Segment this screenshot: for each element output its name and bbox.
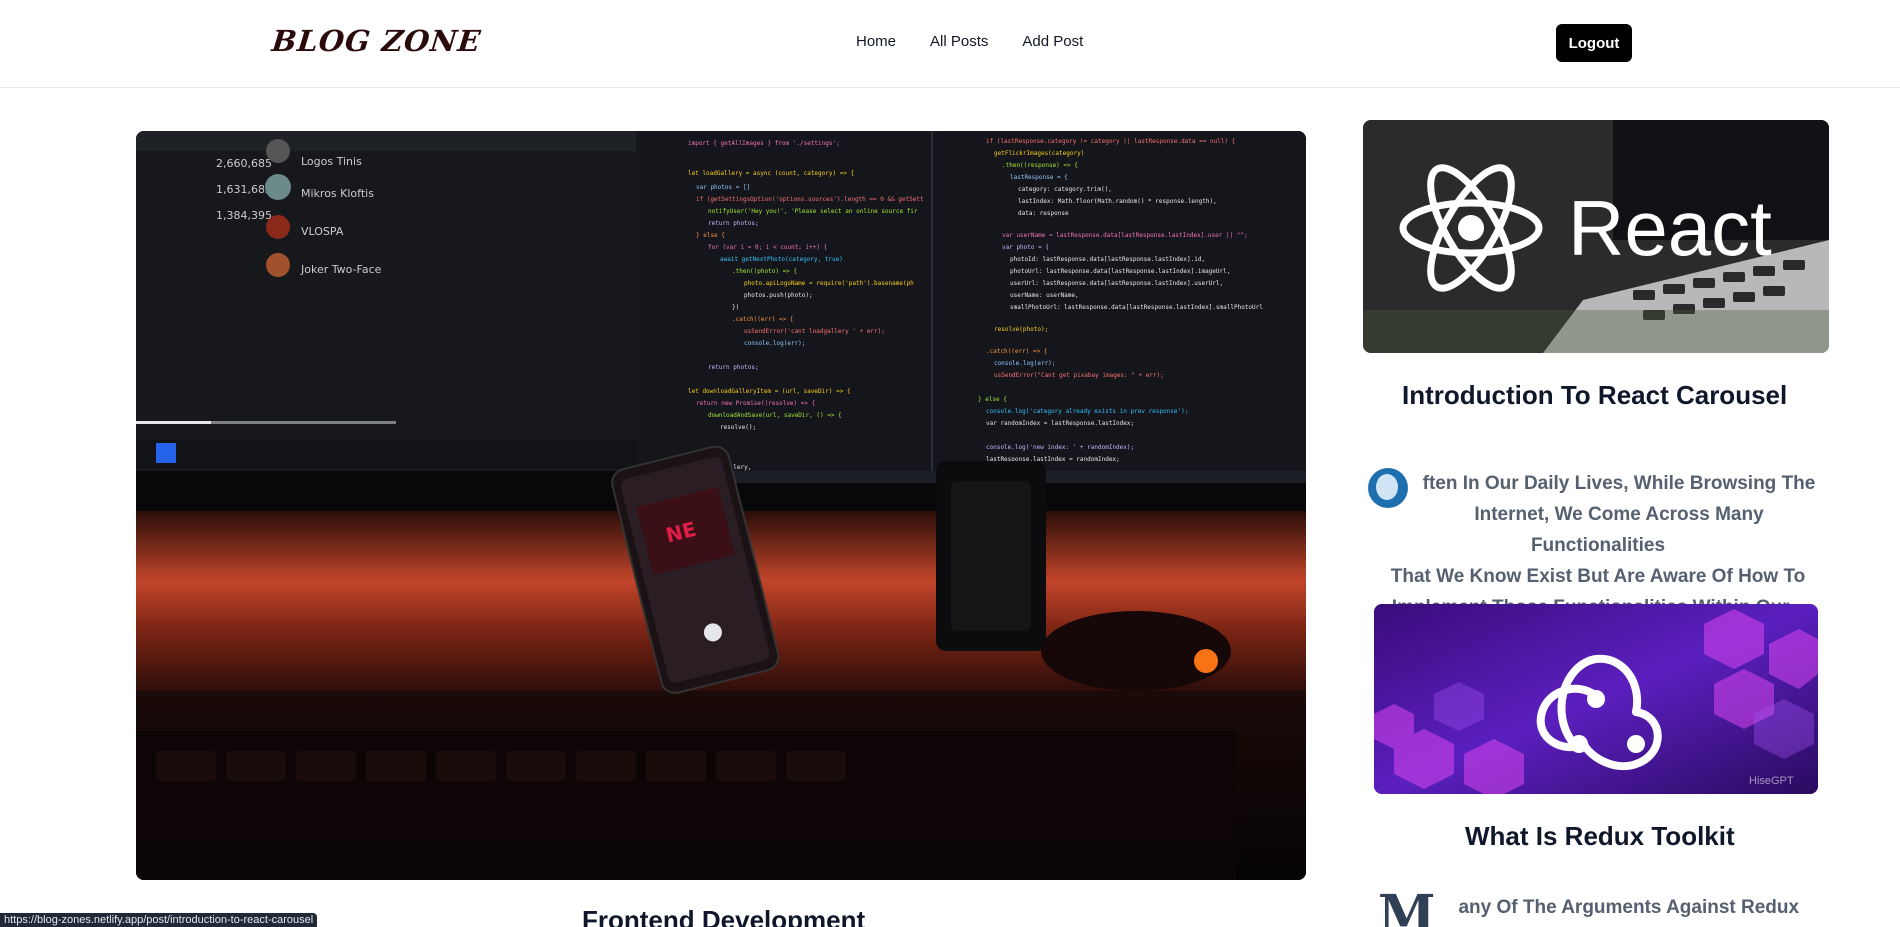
svg-text:userName: userName,: userName: userName,	[1010, 292, 1079, 299]
svg-text:if (lastResponse.category != c: if (lastResponse.category != category ||…	[986, 138, 1235, 145]
svg-text:await getNextPhoto(category, t: await getNextPhoto(category, true)	[720, 256, 843, 263]
svg-text:console.log(err);: console.log(err);	[744, 340, 805, 347]
svg-text:console.log(err);: console.log(err);	[994, 360, 1055, 367]
svg-text:} else {: } else {	[978, 396, 1007, 403]
svg-text:if (getSettingsOption('options: if (getSettingsOption('options.sources')…	[696, 196, 924, 203]
svg-text:resolve();: resolve();	[720, 424, 756, 431]
svg-text:let downloadGalleryItem = (url: let downloadGalleryItem = (url, saveDir)…	[688, 388, 851, 395]
svg-text:usSendError("Cant get pixabay: usSendError("Cant get pixabay images: " …	[994, 372, 1164, 379]
svg-text:HiseGPT: HiseGPT	[1749, 775, 1794, 787]
post-card-excerpt: Many Of The Arguments Against Redux Were	[1378, 884, 1818, 927]
post-card-title[interactable]: Introduction To React Carousel	[1402, 380, 1787, 411]
svg-text:photos.push(photo);: photos.push(photo);	[744, 292, 813, 299]
svg-text:photoId: lastResponse.data[las: photoId: lastResponse.data[lastResponse.…	[1010, 256, 1205, 263]
excerpt-line: Internet, We Come Across Many Functional…	[1474, 504, 1764, 556]
svg-text:photoUrl: lastResponse.data[la: photoUrl: lastResponse.data[lastResponse…	[1010, 268, 1230, 275]
svg-text:return photos;: return photos;	[708, 220, 759, 227]
main-nav: Home All Posts Add Post	[856, 33, 1117, 50]
svg-text:Mikros Kloftis: Mikros Kloftis	[301, 187, 374, 200]
svg-text:VLOSPA: VLOSPA	[301, 225, 344, 238]
svg-text:var randomIndex = lastResponse: var randomIndex = lastResponse.lastIndex…	[986, 420, 1134, 427]
svg-text:.catch((err) => {: .catch((err) => {	[732, 316, 793, 323]
svg-text:return photos;: return photos;	[708, 364, 759, 371]
svg-text:photo.apiLogoName = require('p: photo.apiLogoName = require('path').base…	[744, 280, 914, 287]
nav-link-add-post[interactable]: Add Post	[1022, 33, 1083, 50]
svg-text:.then((response) => {: .then((response) => {	[1002, 162, 1078, 169]
featured-post-image[interactable]: 2,660,685 1,631,682 1,384,395 Logos Tini…	[136, 131, 1306, 880]
svg-text:Joker Two-Face: Joker Two-Face	[300, 263, 382, 276]
post-card-title[interactable]: What Is Redux Toolkit	[1465, 821, 1735, 852]
svg-text:var userName = lastResponse.da: var userName = lastResponse.data[lastRes…	[1002, 232, 1248, 239]
svg-text:let loadGallery = async (count: let loadGallery = async (count, category…	[688, 170, 854, 177]
logout-button[interactable]: Logout	[1556, 24, 1632, 62]
redux-logo-image: HiseGPT	[1374, 604, 1818, 794]
post-card-image-react[interactable]: React	[1363, 120, 1829, 353]
svg-text:for (var i = 0; i < count; i++: for (var i = 0; i < count; i++) {	[708, 244, 827, 251]
dropcap-letter: M	[1378, 884, 1436, 927]
post-card-image-redux[interactable]: HiseGPT	[1374, 604, 1818, 794]
nav-link-home[interactable]: Home	[856, 33, 896, 50]
site-header: BLOG ZONE Home All Posts Add Post Logout	[0, 0, 1900, 88]
svg-text:var photos = []: var photos = []	[696, 184, 750, 191]
svg-text:var photo = {: var photo = {	[1002, 244, 1049, 251]
svg-text:Logos Tinis: Logos Tinis	[301, 155, 362, 168]
svg-text:1,631,682: 1,631,682	[216, 183, 272, 196]
svg-text:import { getAllImages } from ': import { getAllImages } from './settings…	[688, 140, 840, 147]
status-bar-url: https://blog-zones.netlify.app/post/intr…	[0, 913, 318, 927]
desk-setup-illustration: 2,660,685 1,631,682 1,384,395 Logos Tini…	[136, 131, 1306, 880]
svg-text:1,384,395: 1,384,395	[216, 209, 272, 222]
dropcap-letter: O	[1368, 462, 1408, 513]
site-logo[interactable]: BLOG ZONE	[270, 24, 483, 58]
post-card-excerpt: Often In Our Daily Lives, While Browsing…	[1368, 462, 1828, 623]
svg-text:getFlickrImages(category): getFlickrImages(category)	[994, 150, 1084, 157]
svg-text:React: React	[1568, 184, 1772, 272]
svg-text:console.log('new index: ' + ra: console.log('new index: ' + randomIndex)…	[986, 444, 1134, 451]
svg-text:.catch((err) => {: .catch((err) => {	[986, 348, 1047, 355]
svg-text:downloadAndSave(url, saveDir,: downloadAndSave(url, saveDir, () => {	[708, 412, 842, 419]
svg-text:2,660,685: 2,660,685	[216, 157, 272, 170]
excerpt-line: Often In Our Daily Lives, While Browsing…	[1368, 462, 1816, 513]
excerpt-line: Many Of The Arguments Against Redux Were	[1378, 884, 1818, 927]
svg-text:notifyUser('Hey you!', 'Please: notifyUser('Hey you!', 'Please select an…	[708, 208, 918, 215]
svg-text:usSendError('cant loadgallery: usSendError('cant loadgallery ' + err);	[744, 328, 885, 335]
svg-text:lastResponse = {: lastResponse = {	[1010, 174, 1068, 181]
svg-text:return new Promise((resolve) =: return new Promise((resolve) => {	[696, 400, 815, 407]
svg-text:console.log('category already: console.log('category already exists in …	[986, 408, 1188, 415]
svg-text:}): })	[732, 304, 739, 311]
svg-text:userUrl: lastResponse.data[las: userUrl: lastResponse.data[lastResponse.…	[1010, 280, 1223, 287]
nav-link-all-posts[interactable]: All Posts	[930, 33, 988, 50]
featured-post-title[interactable]: Frontend Development	[582, 905, 865, 927]
react-logo-image: React	[1363, 120, 1829, 353]
svg-text:smallPhotoUrl: lastResponse.da: smallPhotoUrl: lastResponse.data[lastRes…	[1010, 304, 1263, 311]
svg-text:lastIndex: Math.floor(Math.ran: lastIndex: Math.floor(Math.random() * re…	[1018, 198, 1217, 205]
svg-text:.then((photo) => {: .then((photo) => {	[732, 268, 797, 275]
svg-text:data: response: data: response	[1018, 210, 1069, 217]
svg-text:} else {: } else {	[696, 232, 725, 239]
svg-text:category: category.trim(),: category: category.trim(),	[1018, 186, 1112, 193]
excerpt-line: That We Know Exist But Are Aware Of How …	[1390, 566, 1806, 587]
svg-text:resolve(photo);: resolve(photo);	[994, 326, 1048, 333]
